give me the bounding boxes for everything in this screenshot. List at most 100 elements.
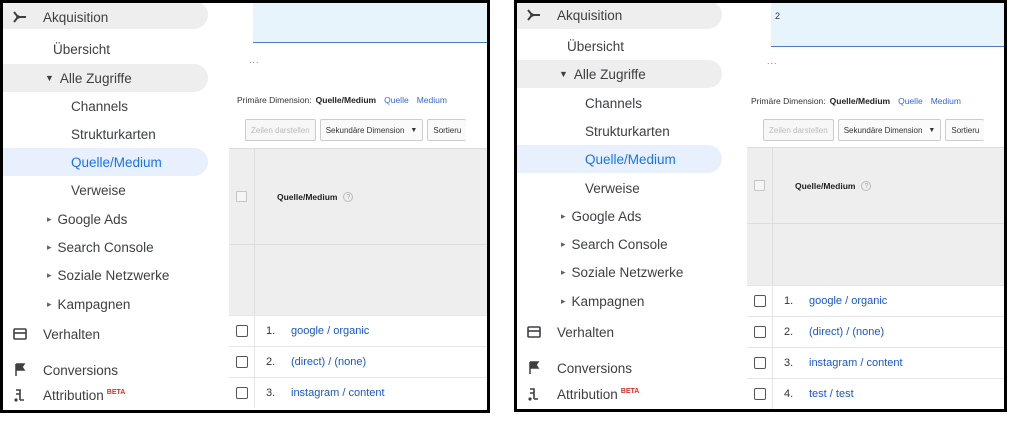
sidebar-item-attribution[interactable]: Attribution BETA <box>3 381 229 409</box>
sidebar-item-social[interactable]: ▸ Soziale Netzwerke <box>517 258 743 286</box>
sidebar-item-all-traffic[interactable]: ▼ Alle Zugriffe <box>3 64 229 92</box>
plot-rows-button[interactable]: Zeilen darstellen <box>763 119 834 141</box>
table-row[interactable]: 2. (direct) / (none) <box>229 346 487 377</box>
row-source-link[interactable]: (direct) / (none) <box>809 326 884 338</box>
sidebar-item-google-ads[interactable]: ▸ Google Ads <box>517 202 743 230</box>
right-report-content: 2 ... Primäre Dimension: Quelle/Medium Que… <box>747 3 1004 409</box>
sidebar-item-source-medium[interactable]: Quelle/Medium <box>517 145 743 173</box>
primary-dimension-label: Primäre Dimension: <box>751 96 826 106</box>
row-checkbox[interactable] <box>236 387 248 399</box>
sidebar-label: Google Ads <box>571 208 642 224</box>
summary-checkbox-column <box>229 245 255 315</box>
chevron-right-icon: ▸ <box>47 241 52 252</box>
sidebar-item-conversions[interactable]: Conversions <box>517 354 743 382</box>
sidebar-item-search-console[interactable]: ▸ Search Console <box>517 230 743 258</box>
dimension-link-medium[interactable]: Medium <box>417 95 447 105</box>
sidebar-item-referrals[interactable]: Verweise <box>3 176 229 204</box>
sidebar-item-source-medium[interactable]: Quelle/Medium <box>3 148 229 176</box>
row-source-link[interactable]: instagram / content <box>291 387 385 399</box>
dimension-link-source[interactable]: Quelle <box>898 96 923 106</box>
sidebar-label: Channels <box>71 98 129 114</box>
acquisition-icon <box>12 9 28 25</box>
dimension-link-medium[interactable]: Medium <box>931 96 961 106</box>
sidebar-item-search-console[interactable]: ▸ Search Console <box>3 233 229 261</box>
table-row[interactable]: 1. google / organic <box>229 315 487 346</box>
table-row[interactable]: 1. google / organic <box>747 285 1004 316</box>
sidebar-item-social[interactable]: ▸ Soziale Netzwerke <box>3 261 229 289</box>
chart-area: 2 <box>771 3 1004 47</box>
sidebar-item-conversions[interactable]: Conversions <box>3 356 229 384</box>
behavior-icon <box>526 324 542 340</box>
sidebar-item-treemaps[interactable]: Strukturkarten <box>517 117 743 145</box>
sidebar-item-acquisition[interactable]: Akquisition <box>3 3 229 31</box>
dimension-link-source[interactable]: Quelle <box>384 95 409 105</box>
sort-dropdown[interactable]: Sortieru <box>427 119 467 141</box>
chevron-right-icon: ▸ <box>47 213 52 224</box>
sidebar-item-google-ads[interactable]: ▸ Google Ads <box>3 205 229 233</box>
primary-dimension-label: Primäre Dimension: <box>237 95 312 105</box>
triangle-down-icon: ▼ <box>559 69 568 79</box>
help-icon[interactable]: ? <box>343 192 354 202</box>
row-checkbox[interactable] <box>236 325 248 337</box>
sidebar-item-acquisition[interactable]: Akquisition <box>517 3 743 29</box>
sidebar-item-channels[interactable]: Channels <box>517 89 743 117</box>
row-source-link[interactable]: google / organic <box>291 325 369 337</box>
row-checkbox[interactable] <box>754 326 766 338</box>
sidebar-label: Search Console <box>57 239 154 255</box>
sidebar-label: Attribution <box>43 387 104 403</box>
row-source-link[interactable]: test / test <box>809 388 854 400</box>
column-header-label: Quelle/Medium <box>795 181 856 191</box>
sidebar-item-overview[interactable]: Übersicht <box>517 32 743 60</box>
row-source-link[interactable]: (direct) / (none) <box>291 356 366 368</box>
sidebar-item-channels[interactable]: Channels <box>3 92 229 120</box>
summary-row <box>229 244 487 315</box>
table-row[interactable]: 2. (direct) / (none) <box>747 316 1004 347</box>
row-number: 1. <box>266 325 276 337</box>
left-sidebar: Akquisition Übersicht ▼ Alle Zugriffe Ch… <box>3 3 229 410</box>
secondary-dimension-dropdown[interactable]: Sekundäre Dimension ▼ <box>319 119 424 141</box>
table-row[interactable]: 3. instagram / content <box>229 377 487 408</box>
row-checkbox[interactable] <box>754 295 766 307</box>
sidebar-label: Kampagnen <box>57 296 131 312</box>
sidebar-label: Strukturkarten <box>585 123 670 139</box>
plot-rows-button[interactable]: Zeilen darstellen <box>245 119 316 141</box>
sidebar-item-overview[interactable]: Übersicht <box>3 35 229 63</box>
sidebar-label: Strukturkarten <box>71 126 156 142</box>
sidebar-label: Verweise <box>585 180 640 196</box>
row-checkbox[interactable] <box>754 388 766 400</box>
sidebar-item-treemaps[interactable]: Strukturkarten <box>3 120 229 148</box>
sort-dropdown[interactable]: Sortieru <box>945 119 985 141</box>
column-header-label: Quelle/Medium <box>277 192 338 202</box>
sidebar-label: Channels <box>585 95 643 111</box>
sidebar-item-behavior[interactable]: Verhalten <box>517 318 743 346</box>
chevron-right-icon: ▸ <box>561 266 566 277</box>
column-header-source-medium[interactable]: Quelle/Medium? <box>277 192 354 202</box>
row-source-link[interactable]: google / organic <box>809 295 887 307</box>
column-header-source-medium[interactable]: Quelle/Medium? <box>795 181 872 191</box>
sidebar-item-campaigns[interactable]: ▸ Kampagnen <box>517 287 743 315</box>
sidebar-label: Search Console <box>571 236 668 252</box>
sidebar-item-behavior[interactable]: Verhalten <box>3 320 229 348</box>
sidebar-item-all-traffic[interactable]: ▼ Alle Zugriffe <box>517 60 743 88</box>
row-checkbox[interactable] <box>236 356 248 368</box>
right-sidebar: Akquisition Übersicht ▼ Alle Zugriffe Ch… <box>517 3 747 409</box>
chevron-right-icon: ▸ <box>561 210 566 221</box>
help-icon[interactable]: ? <box>861 181 872 191</box>
row-number: 3. <box>784 357 794 369</box>
sidebar-item-attribution[interactable]: Attribution BETA <box>517 380 743 408</box>
primary-dimension-active: Quelle/Medium <box>829 96 891 106</box>
table-row[interactable]: 3. instagram / content <box>747 347 1004 378</box>
primary-dimension-bar: Primäre Dimension: Quelle/Medium Quelle Med… <box>751 96 961 106</box>
row-checkbox[interactable] <box>754 357 766 369</box>
secondary-dimension-dropdown[interactable]: Sekundäre Dimension ▼ <box>837 119 942 141</box>
table-header: Quelle/Medium? <box>229 148 487 244</box>
sidebar-item-referrals[interactable]: Verweise <box>517 174 743 202</box>
sidebar-label: Verweise <box>71 182 126 198</box>
row-source-link[interactable]: instagram / content <box>809 357 903 369</box>
sidebar-label: Verhalten <box>43 326 101 342</box>
header-checkbox[interactable] <box>236 191 247 202</box>
chevron-right-icon: ▸ <box>47 298 52 309</box>
table-row[interactable]: 4. test / test <box>747 378 1004 409</box>
header-checkbox[interactable] <box>754 180 765 191</box>
sidebar-item-campaigns[interactable]: ▸ Kampagnen <box>3 290 229 318</box>
